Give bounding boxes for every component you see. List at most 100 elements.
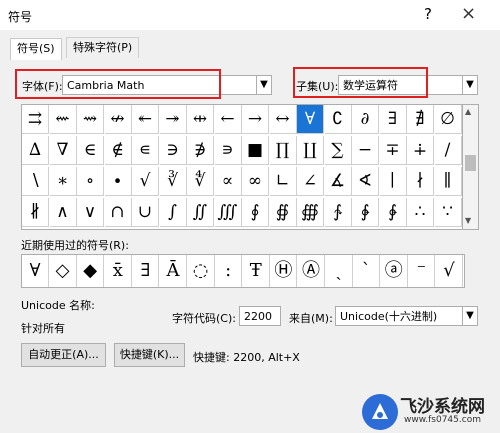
- tab-symbols[interactable]: 符号(S): [10, 38, 62, 61]
- close-button[interactable]: ×: [461, 3, 476, 24]
- symbol-cell[interactable]: ∊: [132, 136, 159, 165]
- symbol-cell[interactable]: ∥: [434, 167, 462, 196]
- tab-bar: 符号(S) 特殊字符(P): [0, 30, 500, 61]
- symbol-cell[interactable]: ∞: [242, 167, 269, 196]
- recent-symbol-cell[interactable]: Ā: [160, 255, 187, 287]
- recent-symbol-cell[interactable]: Ⓐ: [298, 255, 325, 287]
- symbol-cell[interactable]: ∐: [297, 136, 324, 165]
- from-dropdown-button[interactable]: ▼: [462, 306, 478, 326]
- symbol-cell[interactable]: ∧: [49, 198, 77, 227]
- symbol-cell[interactable]: ⇹: [187, 105, 214, 134]
- symbol-cell[interactable]: ∮: [242, 198, 269, 227]
- charcode-field[interactable]: 2200: [239, 306, 281, 326]
- subset-dropdown-button[interactable]: ▼: [462, 75, 478, 95]
- symbol-cell[interactable]: ↠: [159, 105, 187, 134]
- scroll-down-icon[interactable]: ▼: [465, 216, 471, 225]
- recent-symbol-cell[interactable]: ⓐ: [381, 255, 408, 287]
- symbol-cell[interactable]: ∌: [187, 136, 214, 165]
- symbol-cell[interactable]: ∬: [187, 198, 214, 227]
- recent-symbol-cell[interactable]: :: [215, 255, 243, 287]
- symbol-cell[interactable]: √: [132, 167, 159, 196]
- symbol-cell[interactable]: ⇉: [22, 105, 49, 134]
- symbol-cell[interactable]: ■: [242, 136, 269, 165]
- unicode-name-value: 针对所有: [21, 322, 65, 335]
- symbol-cell[interactable]: ∆: [22, 136, 49, 165]
- symbol-grid-scrollbar[interactable]: ▲ ▼: [462, 104, 479, 230]
- symbol-cell[interactable]: ↮: [104, 105, 132, 134]
- chevron-down-icon: ▼: [466, 79, 474, 90]
- symbol-cell[interactable]: −: [352, 136, 379, 165]
- recent-symbol-cell[interactable]: √: [436, 255, 463, 287]
- symbol-cell[interactable]: ∭: [214, 198, 242, 227]
- symbol-cell[interactable]: ∁: [324, 105, 352, 134]
- help-button[interactable]: ?: [424, 5, 432, 23]
- recent-symbol-cell[interactable]: ∀: [22, 255, 49, 287]
- tab-special-chars[interactable]: 特殊字符(P): [66, 37, 140, 58]
- symbol-cell[interactable]: →: [242, 105, 269, 134]
- symbol-cell[interactable]: ←: [214, 105, 242, 134]
- recent-symbol-cell[interactable]: ◆: [77, 255, 105, 287]
- symbol-cell[interactable]: ∴: [407, 198, 434, 227]
- recent-symbol-cell[interactable]: ⁻: [408, 255, 436, 287]
- from-field[interactable]: Unicode(十六进制): [335, 306, 465, 326]
- symbol-cell[interactable]: ∙: [104, 167, 132, 196]
- highlight-font: [15, 69, 221, 99]
- symbol-cell[interactable]: ∓: [379, 136, 407, 165]
- symbol-cell[interactable]: ∤: [407, 167, 434, 196]
- symbol-cell[interactable]: ∛: [159, 167, 187, 196]
- symbol-cell[interactable]: ∕: [434, 136, 462, 165]
- symbol-cell[interactable]: ∣: [379, 167, 407, 196]
- symbol-cell[interactable]: ∍: [214, 136, 242, 165]
- symbol-cell[interactable]: ∠: [297, 167, 324, 196]
- symbol-cell[interactable]: ∇: [49, 136, 77, 165]
- symbol-cell[interactable]: ∄: [407, 105, 434, 134]
- symbol-cell[interactable]: ⇜: [49, 105, 77, 134]
- recent-symbol-cell[interactable]: ◌: [188, 255, 215, 287]
- symbol-cell[interactable]: ∔: [407, 136, 434, 165]
- recent-symbol-cell[interactable]: ˎ: [326, 255, 353, 287]
- recent-symbol-cell[interactable]: ˋ: [353, 255, 381, 287]
- scroll-up-icon[interactable]: ▲: [465, 107, 471, 116]
- symbol-cell[interactable]: ∉: [104, 136, 132, 165]
- symbol-cell[interactable]: ∦: [22, 198, 49, 227]
- symbol-cell[interactable]: ∟: [269, 167, 297, 196]
- recent-symbol-cell[interactable]: Ŧ: [243, 255, 270, 287]
- symbol-cell[interactable]: ∲: [352, 198, 379, 227]
- recent-symbol-cell[interactable]: Ⓗ: [270, 255, 298, 287]
- symbol-cell[interactable]: ∡: [324, 167, 352, 196]
- symbol-cell[interactable]: ∜: [187, 167, 214, 196]
- symbol-cell[interactable]: ∖: [22, 167, 49, 196]
- symbol-cell[interactable]: ∂: [352, 105, 379, 134]
- symbol-cell[interactable]: ∈: [77, 136, 104, 165]
- symbol-cell[interactable]: ∵: [434, 198, 462, 227]
- symbol-cell[interactable]: ∏: [269, 136, 297, 165]
- symbol-cell[interactable]: ↞: [132, 105, 159, 134]
- from-label: 来自(M):: [289, 312, 333, 325]
- symbol-cell[interactable]: ∯: [269, 198, 297, 227]
- symbol-cell[interactable]: ∩: [104, 198, 132, 227]
- symbol-cell[interactable]: ∀: [297, 105, 324, 134]
- symbol-cell[interactable]: ∃: [379, 105, 407, 134]
- autocorrect-button[interactable]: 自动更正(A)...: [21, 343, 106, 367]
- symbol-cell[interactable]: ∝: [214, 167, 242, 196]
- symbol-cell[interactable]: ∨: [77, 198, 104, 227]
- symbol-cell[interactable]: ∗: [49, 167, 77, 196]
- shortcut-key-button[interactable]: 快捷键(K)...: [114, 343, 185, 367]
- symbol-cell[interactable]: ∋: [159, 136, 187, 165]
- symbol-cell[interactable]: ∳: [379, 198, 407, 227]
- recent-symbol-cell[interactable]: ∃: [132, 255, 160, 287]
- symbol-cell[interactable]: ⇝: [77, 105, 104, 134]
- symbol-cell[interactable]: ∑: [324, 136, 352, 165]
- symbol-cell[interactable]: ∫: [159, 198, 187, 227]
- scroll-thumb[interactable]: [465, 155, 476, 171]
- symbol-cell[interactable]: ∘: [77, 167, 104, 196]
- recent-symbol-cell[interactable]: ◇: [50, 255, 77, 287]
- symbol-cell[interactable]: ↔: [269, 105, 297, 134]
- symbol-cell[interactable]: ∱: [324, 198, 352, 227]
- symbol-cell[interactable]: ∅: [434, 105, 462, 134]
- font-dropdown-button[interactable]: ▼: [256, 75, 272, 95]
- symbol-cell[interactable]: ∰: [297, 198, 324, 227]
- recent-symbol-cell[interactable]: x̄: [105, 255, 132, 287]
- symbol-cell[interactable]: ∢: [352, 167, 379, 196]
- symbol-cell[interactable]: ∪: [132, 198, 159, 227]
